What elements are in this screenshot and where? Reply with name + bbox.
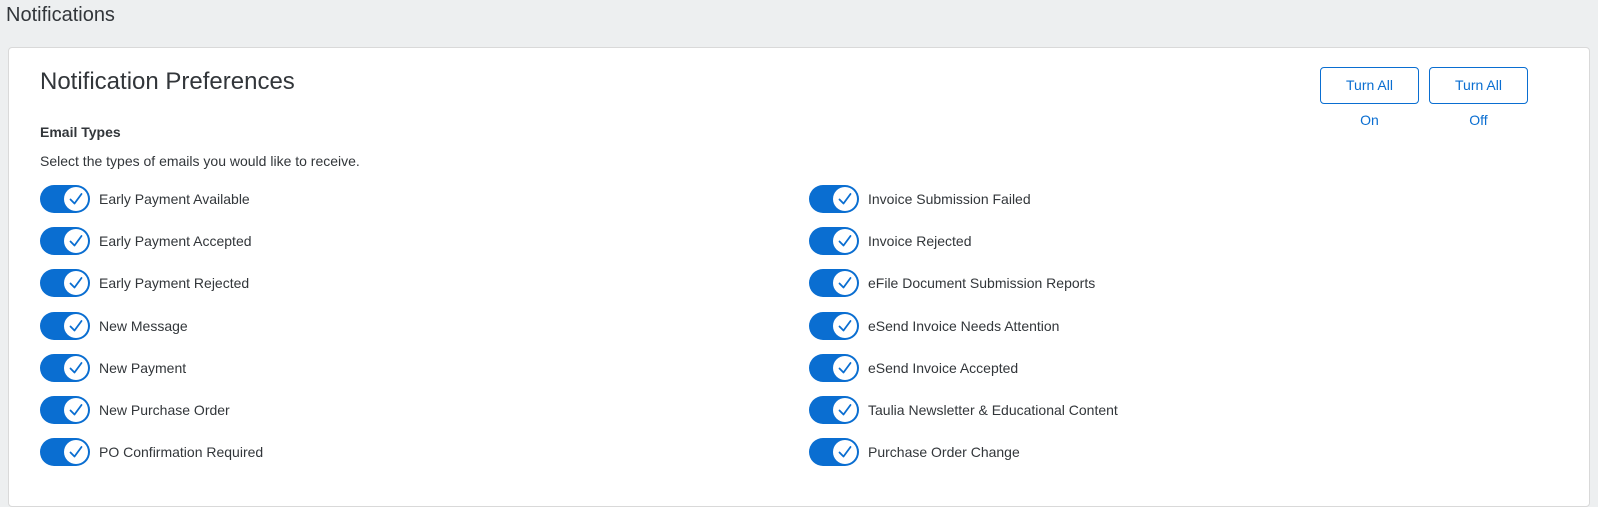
notification-row: eSend Invoice Needs Attention <box>809 311 1118 341</box>
check-icon <box>833 313 857 338</box>
notification-toggle[interactable] <box>40 185 90 213</box>
notification-label: New Payment <box>99 359 187 376</box>
check-icon <box>64 440 88 465</box>
notification-row: PO Confirmation Required <box>40 437 263 467</box>
notification-label: New Message <box>99 317 188 334</box>
check-icon <box>833 187 857 211</box>
notification-row: Invoice Submission Failed <box>809 184 1118 214</box>
notification-label: Early Payment Accepted <box>99 233 252 250</box>
check-icon <box>833 271 857 296</box>
notification-row: New Payment <box>40 353 263 383</box>
email-types-left-column: Early Payment Available Early Payment Ac… <box>40 184 263 479</box>
notification-row: eSend Invoice Accepted <box>809 353 1118 383</box>
notification-toggle[interactable] <box>809 353 859 382</box>
notification-toggle[interactable] <box>40 269 90 298</box>
notification-toggle[interactable] <box>809 438 859 467</box>
notification-label: Purchase Order Change <box>868 444 1020 461</box>
turn-all-off-button[interactable]: Turn All Off <box>1429 67 1528 128</box>
notification-row: Early Payment Accepted <box>40 226 263 256</box>
notification-label: New Purchase Order <box>99 401 230 418</box>
notification-toggle[interactable] <box>809 185 859 213</box>
check-icon <box>64 313 88 338</box>
notification-label: Invoice Rejected <box>868 233 972 250</box>
notification-label: Taulia Newsletter & Educational Content <box>868 401 1118 418</box>
notification-label: eSend Invoice Needs Attention <box>868 317 1060 334</box>
notification-preferences-card: Notification Preferences Turn All On Tur… <box>8 47 1590 507</box>
check-icon <box>64 355 88 380</box>
notification-toggle[interactable] <box>40 353 90 382</box>
notification-toggle[interactable] <box>809 269 859 298</box>
check-icon <box>64 229 88 254</box>
notification-toggle[interactable] <box>809 395 859 424</box>
notification-row: Early Payment Available <box>40 184 263 214</box>
notification-row: eFile Document Submission Reports <box>809 268 1118 298</box>
notification-toggle[interactable] <box>40 227 90 256</box>
notification-row: Early Payment Rejected <box>40 268 263 298</box>
notification-label: PO Confirmation Required <box>99 444 264 461</box>
check-icon <box>833 440 857 465</box>
notification-row: Taulia Newsletter & Educational Content <box>809 395 1118 425</box>
notification-label: Invoice Submission Failed <box>868 191 1031 207</box>
notification-row: New Purchase Order <box>40 395 263 425</box>
notification-toggle[interactable] <box>809 227 859 256</box>
notification-toggle[interactable] <box>40 438 90 467</box>
check-icon <box>64 187 88 211</box>
check-icon <box>64 397 88 422</box>
email-types-label: Email Types <box>40 124 121 140</box>
check-icon <box>833 397 857 422</box>
email-types-right-column: Invoice Submission Failed Invoice Reject… <box>809 184 1118 479</box>
notification-row: Purchase Order Change <box>809 437 1118 467</box>
notification-toggle[interactable] <box>809 311 859 340</box>
check-icon <box>833 355 857 380</box>
check-icon <box>64 271 88 296</box>
notification-label: Early Payment Rejected <box>99 275 250 292</box>
notification-toggle[interactable] <box>40 311 90 340</box>
page-title: Notifications <box>6 4 115 26</box>
turn-all-on-button[interactable]: Turn All On <box>1320 67 1419 128</box>
email-types-description: Select the types of emails you would lik… <box>40 153 360 169</box>
notification-row: Invoice Rejected <box>809 226 1118 256</box>
card-title: Notification Preferences <box>40 68 295 95</box>
notification-label: eFile Document Submission Reports <box>868 275 1096 292</box>
check-icon <box>833 229 857 254</box>
notification-label: Early Payment Available <box>99 191 250 207</box>
notification-toggle[interactable] <box>40 395 90 424</box>
notification-label: eSend Invoice Accepted <box>868 359 1019 376</box>
notification-row: New Message <box>40 311 263 341</box>
